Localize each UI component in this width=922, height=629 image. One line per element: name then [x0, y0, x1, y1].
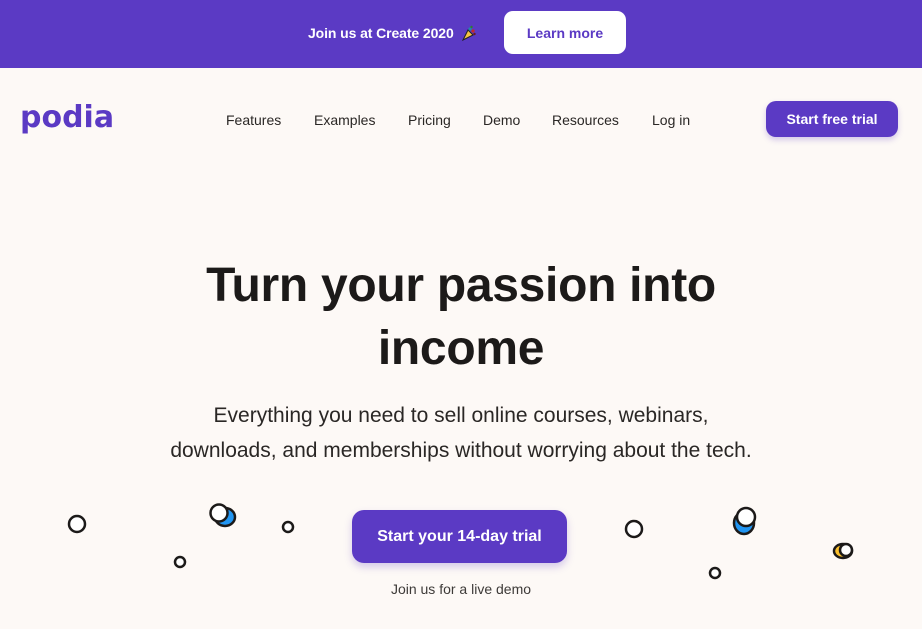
nav-features[interactable]: Features: [226, 110, 281, 130]
party-popper-icon: [460, 24, 478, 42]
hero-subtitle-line-1: Everything you need to sell online cours…: [213, 404, 709, 427]
nav-pricing[interactable]: Pricing: [408, 110, 451, 130]
live-demo-container: Join us for a live demo: [0, 580, 922, 598]
start-14-day-trial-button[interactable]: Start your 14-day trial: [352, 510, 567, 563]
hero-title-line-2: income: [377, 322, 545, 375]
hero-subtitle: Everything you need to sell online cours…: [0, 398, 922, 468]
bubble-blue-icon: [209, 503, 237, 528]
announcement-banner: Join us at Create 2020 Learn more: [0, 0, 922, 68]
nav-resources[interactable]: Resources: [552, 110, 619, 130]
banner-message: Join us at Create 2020: [308, 24, 478, 42]
live-demo-link[interactable]: Join us for a live demo: [391, 581, 531, 597]
nav-demo[interactable]: Demo: [483, 110, 520, 130]
nav-examples[interactable]: Examples: [314, 110, 375, 130]
podia-logo[interactable]: podia: [20, 100, 114, 136]
bubble-icon: [624, 519, 644, 539]
bubble-icon: [173, 555, 187, 569]
bubble-blue-icon: [732, 506, 757, 536]
learn-more-button[interactable]: Learn more: [504, 11, 626, 54]
nav-log-in[interactable]: Log in: [652, 110, 690, 130]
hero-title: Turn your passion into income: [0, 254, 922, 380]
start-free-trial-button[interactable]: Start free trial: [766, 101, 898, 137]
hero-title-line-1: Turn your passion into: [206, 259, 716, 312]
bubble-icon: [708, 566, 722, 580]
bubble-icon: [67, 514, 87, 534]
hero-subtitle-line-2: downloads, and memberships without worry…: [170, 439, 752, 462]
bubble-yellow-icon: [832, 542, 854, 560]
banner-text: Join us at Create 2020: [308, 25, 454, 41]
bubble-icon: [281, 520, 295, 534]
